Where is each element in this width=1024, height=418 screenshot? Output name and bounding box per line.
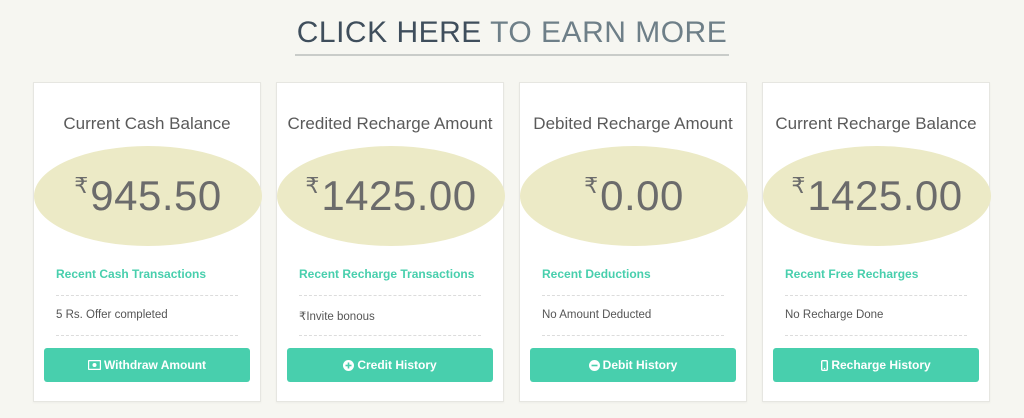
debit-history-button[interactable]: Debit History — [530, 348, 736, 382]
earn-more-headline: CLICK HERE TO EARN MORE — [0, 16, 1024, 56]
button-label: Recharge History — [831, 358, 931, 372]
rupee-symbol: ₹ — [74, 173, 89, 198]
balance-oval: ₹ 945.50 — [34, 146, 262, 246]
withdraw-amount-button[interactable]: Withdraw Amount — [44, 348, 250, 382]
transaction-note: ₹Invite bonous — [299, 309, 375, 323]
balance-oval: ₹ 1425.00 — [763, 146, 991, 246]
divider — [785, 335, 967, 336]
rupee-symbol: ₹ — [791, 173, 806, 198]
note-text: Invite bonous — [306, 311, 375, 323]
plus-circle-icon — [343, 359, 355, 371]
earn-more-link[interactable]: CLICK HERE TO EARN MORE — [294, 16, 730, 56]
transaction-note: 5 Rs. Offer completed — [56, 309, 168, 321]
divider — [785, 295, 967, 296]
divider — [299, 295, 481, 296]
balance-oval: ₹ 0.00 — [520, 146, 748, 246]
divider — [542, 335, 724, 336]
card-current-recharge-balance: Current Recharge Balance ₹ 1425.00 Recen… — [762, 82, 991, 402]
card-title: Current Cash Balance — [63, 114, 231, 133]
minus-circle-icon — [588, 359, 600, 371]
divider — [56, 335, 238, 336]
balance-amount: 0.00 — [600, 172, 684, 219]
card-title: Debited Recharge Amount — [533, 114, 733, 133]
card-title: Credited Recharge Amount — [287, 114, 493, 133]
divider — [542, 295, 724, 296]
balance-amount: 1425.00 — [807, 172, 963, 219]
balance-amount: 1425.00 — [321, 172, 477, 219]
headline-click-here: CLICK HERE — [296, 16, 482, 49]
divider — [299, 335, 481, 336]
card-debited-recharge-amount: Debited Recharge Amount ₹ 0.00 Recent De… — [519, 82, 748, 402]
mobile-icon — [821, 359, 829, 371]
credit-history-button[interactable]: Credit History — [287, 348, 493, 382]
transaction-note: No Amount Deducted — [542, 309, 652, 321]
recent-cash-transactions-link[interactable]: Recent Cash Transactions — [56, 267, 206, 281]
money-icon — [87, 360, 101, 370]
recharge-history-button[interactable]: Recharge History — [773, 348, 979, 382]
balance-amount: 945.50 — [90, 172, 222, 219]
rupee-symbol: ₹ — [584, 173, 599, 198]
rupee-symbol: ₹ — [305, 173, 320, 198]
headline-to-earn-more: TO EARN MORE — [481, 16, 728, 49]
recent-deductions-link[interactable]: Recent Deductions — [542, 267, 651, 281]
card-credited-recharge-amount: Credited Recharge Amount ₹ 1425.00 Recen… — [276, 82, 505, 402]
divider — [56, 295, 238, 296]
card-title: Current Recharge Balance — [775, 114, 977, 133]
button-label: Withdraw Amount — [103, 358, 207, 372]
button-label: Debit History — [602, 358, 678, 372]
recent-free-recharges-link[interactable]: Recent Free Recharges — [785, 267, 918, 281]
button-label: Credit History — [357, 358, 437, 372]
card-current-cash-balance: Current Cash Balance ₹ 945.50 Recent Cas… — [33, 82, 262, 402]
balance-oval: ₹ 1425.00 — [277, 146, 505, 246]
recent-recharge-transactions-link[interactable]: Recent Recharge Transactions — [299, 267, 474, 281]
transaction-note: No Recharge Done — [785, 309, 884, 321]
